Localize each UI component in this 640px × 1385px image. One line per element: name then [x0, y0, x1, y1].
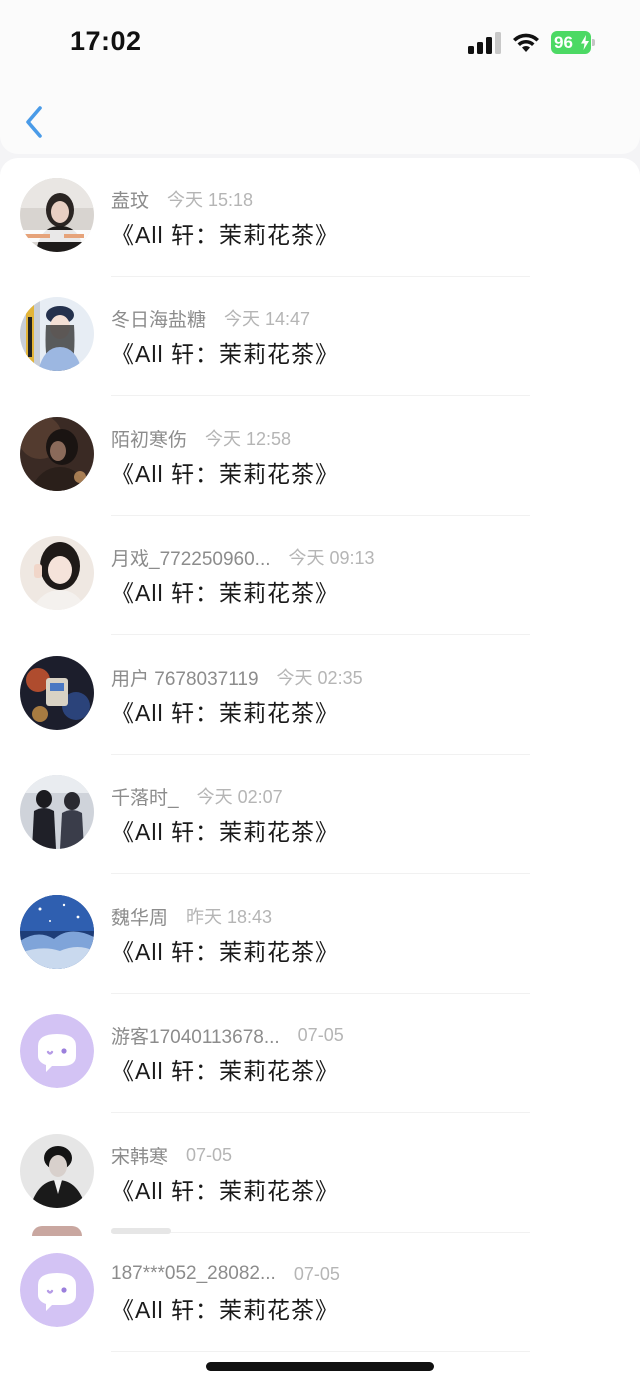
- divider: [111, 1351, 530, 1352]
- user-name: 陌初寒伤: [111, 429, 188, 451]
- message-time: 07-05: [297, 1024, 344, 1045]
- user-name: 冬日海盐糖: [111, 309, 207, 331]
- avatar[interactable]: [20, 297, 94, 371]
- message-text: 《All 轩：茉莉花茶》: [111, 1178, 339, 1204]
- message-list: 盍玟 今天 15:18 《All 轩：茉莉花茶》 冬日海盐糖 今天 14:47 …: [0, 158, 640, 1385]
- name-line: 千落时_ 今天 02:07: [111, 783, 283, 809]
- message-time: 今天 14:47: [224, 309, 311, 329]
- message-text: 《All 轩：茉莉花茶》: [111, 1058, 339, 1084]
- user-name: 宋韩寒: [111, 1146, 169, 1168]
- divider: [111, 1112, 530, 1113]
- status-time: 17:02: [70, 26, 142, 56]
- message-text: 《All 轩：茉莉花茶》: [111, 580, 339, 606]
- wifi-icon: [513, 33, 539, 52]
- list-item[interactable]: 187***052_28082... 07-05 《All 轩：茉莉花茶》: [0, 1233, 640, 1352]
- divider: [111, 395, 530, 396]
- name-line: 月戏_772250960... 今天 09:13: [111, 544, 375, 570]
- list-item[interactable]: 用户 7678037119 今天 02:35 《All 轩：茉莉花茶》: [0, 636, 640, 755]
- nav-bar: [0, 90, 640, 154]
- avatar[interactable]: [20, 1134, 94, 1208]
- divider: [111, 634, 530, 635]
- avatar[interactable]: [20, 656, 94, 730]
- message-time: 今天 12:58: [205, 429, 292, 449]
- user-name: 月戏_772250960...: [111, 548, 271, 570]
- message-time: 07-05: [293, 1263, 340, 1284]
- name-line: 盍玟 今天 15:18: [111, 186, 253, 212]
- user-name: 千落时_: [111, 787, 179, 809]
- list-item[interactable]: 千落时_ 今天 02:07 《All 轩：茉莉花茶》: [0, 755, 640, 874]
- message-time: 今天 02:07: [196, 787, 283, 807]
- name-line: 用户 7678037119 今天 02:35: [111, 664, 363, 690]
- battery-level: 96: [554, 33, 573, 52]
- user-name: 187***052_28082...: [111, 1263, 276, 1284]
- user-name: 魏华周: [111, 907, 169, 929]
- battery-charging-icon: 96: [551, 31, 595, 54]
- message-time: 今天 15:18: [167, 190, 254, 210]
- name-line: 187***052_28082... 07-05: [111, 1261, 340, 1287]
- default-chat-avatar-icon[interactable]: [20, 1253, 94, 1327]
- status-bar: 17:02 96: [0, 0, 640, 90]
- divider: [111, 873, 530, 874]
- message-text: 《All 轩：茉莉花茶》: [111, 700, 339, 726]
- list-item[interactable]: 陌初寒伤 今天 12:58 《All 轩：茉莉花茶》: [0, 397, 640, 516]
- name-line: 冬日海盐糖 今天 14:47: [111, 305, 310, 331]
- home-indicator[interactable]: [206, 1362, 434, 1371]
- avatar[interactable]: [20, 536, 94, 610]
- signal-icon: [468, 32, 501, 54]
- list-item[interactable]: 魏华周 昨天 18:43 《All 轩：茉莉花茶》: [0, 875, 640, 994]
- list-item[interactable]: 冬日海盐糖 今天 14:47 《All 轩：茉莉花茶》: [0, 277, 640, 396]
- default-chat-avatar-icon[interactable]: [20, 1014, 94, 1088]
- message-time: 07-05: [186, 1144, 233, 1165]
- message-text: 《All 轩：茉莉花茶》: [111, 1297, 339, 1323]
- battery-tip: [592, 39, 595, 46]
- user-name: 盍玟: [111, 190, 150, 212]
- message-text: 《All 轩：茉莉花茶》: [111, 939, 339, 965]
- message-time: 今天 09:13: [288, 548, 375, 568]
- name-line: 陌初寒伤 今天 12:58: [111, 425, 291, 451]
- user-name: 用户 7678037119: [111, 668, 259, 690]
- message-time: 昨天 18:43: [186, 907, 273, 927]
- charging-bolt-icon: [581, 35, 589, 50]
- name-line: 魏华周 昨天 18:43: [111, 903, 272, 929]
- list-item[interactable]: 游客17040113678... 07-05 《All 轩：茉莉花茶》: [0, 994, 640, 1113]
- message-text: 《All 轩：茉莉花茶》: [111, 222, 339, 248]
- name-line: 游客17040113678... 07-05: [111, 1022, 344, 1048]
- user-name: 游客17040113678...: [111, 1026, 280, 1048]
- message-text: 《All 轩：茉莉花茶》: [111, 341, 339, 367]
- user-name: [111, 1228, 171, 1234]
- message-text: 《All 轩：茉莉花茶》: [111, 819, 339, 845]
- avatar[interactable]: [20, 178, 94, 252]
- avatar: [32, 1226, 82, 1236]
- avatar[interactable]: [20, 417, 94, 491]
- list-item[interactable]: 盍玟 今天 15:18 《All 轩：茉莉花茶》: [0, 158, 640, 277]
- message-time: 今天 02:35: [276, 668, 363, 688]
- chevron-left-icon: [26, 106, 42, 138]
- battery-body: 96: [551, 31, 591, 54]
- back-button[interactable]: [18, 102, 54, 142]
- avatar[interactable]: [20, 775, 94, 849]
- list-item[interactable]: 宋韩寒 07-05 《All 轩：茉莉花茶》: [0, 1114, 640, 1233]
- message-text: 《All 轩：茉莉花茶》: [111, 461, 339, 487]
- list-item[interactable]: 月戏_772250960... 今天 09:13 《All 轩：茉莉花茶》: [0, 516, 640, 635]
- avatar[interactable]: [20, 895, 94, 969]
- name-line: 宋韩寒 07-05: [111, 1142, 232, 1168]
